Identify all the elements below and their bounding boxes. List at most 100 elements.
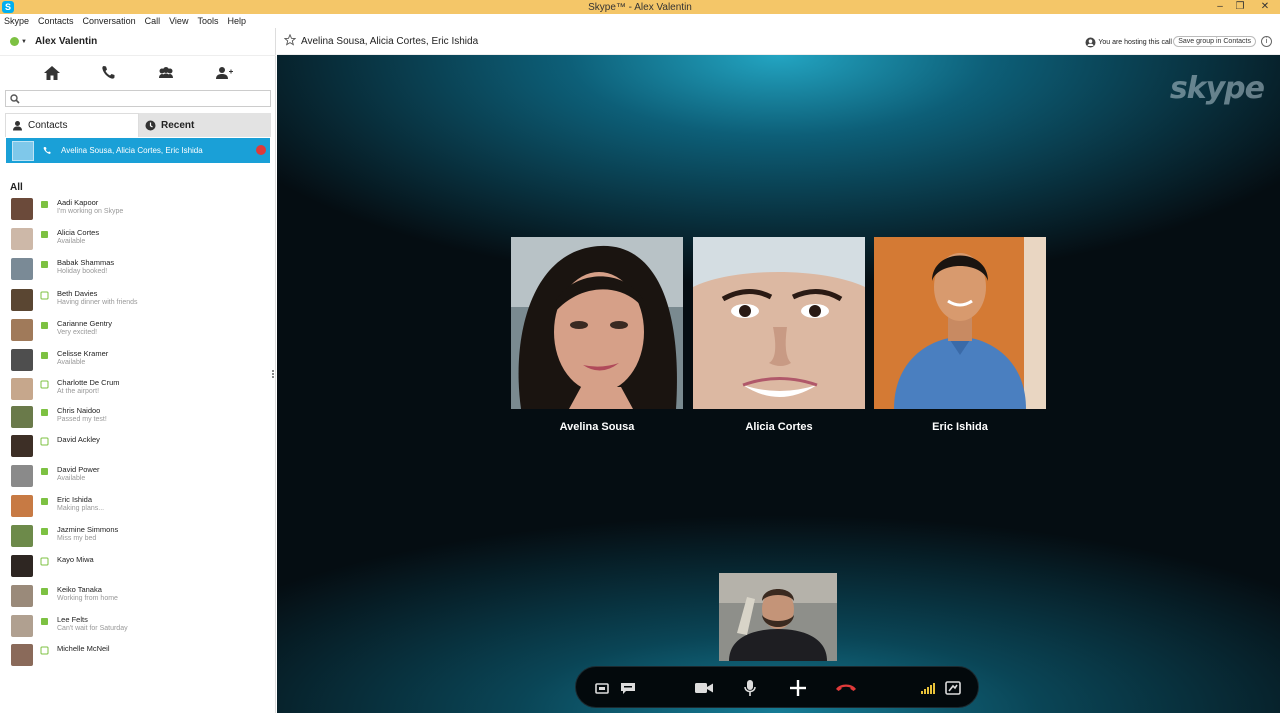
contact-name: Chris Naidoo <box>57 406 101 415</box>
user-header[interactable]: ▼ Alex Valentin <box>0 28 276 56</box>
presence-status-icon <box>41 409 48 416</box>
user-name[interactable]: Alex Valentin <box>35 36 97 47</box>
contact-row[interactable]: Keiko Tanaka Working from home <box>0 583 276 611</box>
self-view-video[interactable] <box>719 573 837 661</box>
presence-status-icon <box>40 437 49 446</box>
avatar[interactable] <box>11 585 33 607</box>
home-icon[interactable] <box>42 64 62 82</box>
contact-name: Alicia Cortes <box>57 228 100 237</box>
contact-name: Aadi Kapoor <box>57 198 99 207</box>
contact-row[interactable]: Eric Ishida Making plans... <box>0 493 276 521</box>
avatar[interactable] <box>11 465 33 487</box>
contact-mood: Making plans... <box>57 505 105 512</box>
info-icon[interactable]: i <box>1261 36 1272 47</box>
avatar[interactable] <box>11 495 33 517</box>
contact-row[interactable]: Babak Shammas Holiday booked! <box>0 256 276 284</box>
participant-name: Avelina Sousa <box>559 421 635 433</box>
call-header: Avelina Sousa, Alicia Cortes, Eric Ishid… <box>277 28 1280 55</box>
avatar[interactable] <box>11 349 33 371</box>
tab-recent[interactable]: Recent <box>139 113 271 137</box>
share-screen-icon[interactable] <box>592 678 612 698</box>
menu-conversation[interactable]: Conversation <box>83 16 136 26</box>
hosting-text: You are hosting this call <box>1098 39 1172 46</box>
contact-row[interactable]: Jazmine Simmons Miss my bed <box>0 523 276 551</box>
contact-row[interactable]: Michelle McNeil <box>0 642 276 670</box>
search-input[interactable] <box>24 92 264 105</box>
menu-contacts[interactable]: Contacts <box>38 16 74 26</box>
contact-row[interactable]: Lee Felts Can't wait for Saturday <box>0 613 276 641</box>
online-status-icon[interactable] <box>10 37 19 46</box>
call-stage: skype Avelina Sousa Alicia Cortes Eric I… <box>277 55 1280 713</box>
avatar[interactable] <box>11 615 33 637</box>
chat-icon[interactable] <box>618 678 638 698</box>
maximize-button[interactable]: ❐ <box>1230 0 1250 14</box>
phone-icon <box>43 146 51 154</box>
presence-status-icon <box>40 557 49 566</box>
host-avatar-icon <box>1085 37 1096 48</box>
menu-call[interactable]: Call <box>145 16 161 26</box>
contact-mood: Available <box>57 359 86 366</box>
contact-row[interactable]: Carianne Gentry Very excited! <box>0 317 276 345</box>
contact-mood: Miss my bed <box>57 535 97 542</box>
avatar[interactable] <box>11 644 33 666</box>
signal-strength-icon[interactable] <box>918 678 938 698</box>
call-settings-icon[interactable] <box>943 678 963 698</box>
menu-help[interactable]: Help <box>227 16 246 26</box>
contact-row[interactable]: Kayo Miwa <box>0 553 276 581</box>
skype-logo: skype <box>1169 71 1265 106</box>
person-icon <box>13 121 22 131</box>
hang-up-icon[interactable] <box>834 678 858 698</box>
end-call-icon[interactable] <box>256 145 266 155</box>
contact-row[interactable]: Chris Naidoo Passed my test! <box>0 404 276 432</box>
video-camera-icon[interactable] <box>693 678 715 698</box>
avatar[interactable] <box>11 525 33 547</box>
avatar[interactable] <box>11 378 33 400</box>
pane-splitter[interactable] <box>272 370 275 382</box>
favorite-star-icon[interactable] <box>284 34 296 46</box>
tab-contacts[interactable]: Contacts <box>5 113 139 137</box>
phone-icon[interactable] <box>99 64 119 82</box>
avatar[interactable] <box>11 198 33 220</box>
avatar[interactable] <box>11 319 33 341</box>
participant-tile[interactable]: Avelina Sousa <box>511 237 683 433</box>
add-contact-icon[interactable] <box>214 64 234 82</box>
contact-row[interactable]: Beth Davies Having dinner with friends <box>0 287 276 315</box>
participant-tile[interactable]: Alicia Cortes <box>693 237 865 433</box>
avatar[interactable] <box>11 228 33 250</box>
contact-row[interactable]: Alicia Cortes Available <box>0 226 276 254</box>
save-group-button[interactable]: Save group in Contacts <box>1173 36 1256 47</box>
nav-toolbar <box>0 60 276 86</box>
contact-row[interactable]: David Power Available <box>0 463 276 491</box>
group-icon[interactable] <box>156 64 176 82</box>
tab-contacts-label: Contacts <box>28 120 68 131</box>
avatar[interactable] <box>11 258 33 280</box>
section-heading: All <box>10 182 23 193</box>
menu-view[interactable]: View <box>169 16 188 26</box>
participant-video <box>874 237 1046 409</box>
group-avatar <box>12 140 34 161</box>
avatar[interactable] <box>11 555 33 577</box>
search-box[interactable] <box>5 90 271 107</box>
contact-row[interactable]: Aadi Kapoor I'm working on Skype <box>0 196 276 224</box>
avatar[interactable] <box>11 435 33 457</box>
add-participant-icon[interactable] <box>788 678 808 698</box>
contact-row[interactable]: Celisse Kramer Available <box>0 347 276 375</box>
contact-row[interactable]: David Ackley <box>0 433 276 461</box>
presence-status-icon <box>41 528 48 535</box>
avatar[interactable] <box>11 406 33 428</box>
active-call-item[interactable]: Avelina Sousa, Alicia Cortes, Eric Ishid… <box>6 138 270 163</box>
participant-tile[interactable]: Eric Ishida <box>874 237 1046 433</box>
avatar[interactable] <box>11 289 33 311</box>
close-button[interactable]: ✕ <box>1250 0 1280 14</box>
minimize-button[interactable]: – <box>1210 0 1230 14</box>
menu-skype[interactable]: Skype <box>4 16 29 26</box>
participant-name: Alicia Cortes <box>745 421 813 433</box>
contact-row[interactable]: Charlotte De Crum At the airport! <box>0 376 276 404</box>
menu-tools[interactable]: Tools <box>197 16 218 26</box>
microphone-icon[interactable] <box>740 678 760 698</box>
skype-app-icon[interactable]: S <box>2 1 14 13</box>
presence-status-icon <box>41 261 48 268</box>
chevron-down-icon[interactable]: ▼ <box>21 39 27 45</box>
contact-name: Eric Ishida <box>57 495 93 504</box>
presence-status-icon <box>41 498 48 505</box>
